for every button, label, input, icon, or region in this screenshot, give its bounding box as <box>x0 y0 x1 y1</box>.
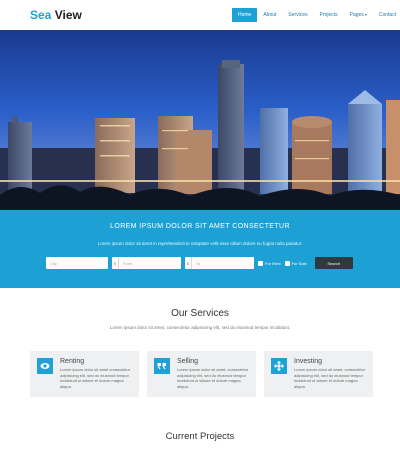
service-card-title: Investing <box>294 358 323 365</box>
service-card-title: Renting <box>60 358 85 365</box>
quote-icon <box>154 358 170 374</box>
city-skyline-illustration <box>0 30 400 210</box>
price-from-input[interactable]: $ From <box>112 257 181 269</box>
dollar-icon: $ <box>185 257 192 269</box>
logo-part-view: View <box>54 8 82 22</box>
service-card-text: Lorem ipsum dolor sit amet, consectetur … <box>294 367 366 389</box>
service-card-investing[interactable]: Investing Lorem ipsum dolor sit amet, co… <box>264 351 373 397</box>
search-band-title: LOREM IPSUM DOLOR SIT AMET CONSECTETUR <box>110 223 290 230</box>
service-card-text: Lorem ipsum dolor sit amet, consectetur … <box>177 367 249 389</box>
for-sale-label: For Sale <box>291 260 307 266</box>
main-nav: Home About Services Projects Pages▾ Cont… <box>232 8 400 22</box>
move-arrows-icon <box>271 358 287 374</box>
eye-icon <box>37 358 53 374</box>
service-card-selling[interactable]: Selling Lorem ipsum dolor sit amet, cons… <box>147 351 256 397</box>
for-sale-checkbox[interactable]: For Sale <box>284 260 307 266</box>
nav-item-about[interactable]: About <box>257 8 282 22</box>
service-card-renting[interactable]: Renting Lorem ipsum dolor sit amet conse… <box>30 351 139 397</box>
city-placeholder: City <box>50 260 57 266</box>
checkbox-box <box>284 260 290 266</box>
search-band: LOREM IPSUM DOLOR SIT AMET CONSECTETUR L… <box>0 210 400 288</box>
services-title: Our Services <box>171 308 229 319</box>
nav-item-pages-label: Pages <box>349 12 364 18</box>
site-logo[interactable]: Sea View <box>30 8 82 22</box>
hero-image <box>0 30 400 210</box>
nav-item-projects[interactable]: Projects <box>314 8 344 22</box>
price-to-input[interactable]: $ To <box>185 257 254 269</box>
chevron-down-icon: ▾ <box>364 12 367 17</box>
services-subtitle: Lorem ipsum dolor sit amet, consectetur … <box>109 325 291 330</box>
service-card-title: Selling <box>177 358 199 365</box>
service-card-text: Lorem ipsum dolor sit amet consectetur a… <box>60 367 131 389</box>
city-input[interactable]: City <box>46 257 108 269</box>
nav-item-pages[interactable]: Pages▾ <box>344 8 373 22</box>
site-header: Sea View Home About Services Projects Pa… <box>0 0 400 30</box>
projects-title: Current Projects <box>165 431 235 442</box>
search-button[interactable]: Search <box>314 257 353 269</box>
for-rent-checkbox[interactable]: For Rent <box>258 260 281 266</box>
price-from-placeholder: From <box>123 260 133 266</box>
nav-item-contact[interactable]: Contact <box>373 8 400 22</box>
dollar-icon: $ <box>112 257 119 269</box>
for-rent-label: For Rent <box>265 260 281 266</box>
services-section: Our Services Lorem ipsum dolor sit amet,… <box>0 288 400 450</box>
nav-item-services[interactable]: Services <box>282 8 313 22</box>
logo-part-sea: Sea <box>30 8 52 22</box>
checkbox-box <box>258 260 263 266</box>
search-band-subtitle: Lorem ipsum dolor sit amet in reprehende… <box>97 241 303 246</box>
property-search-form: City $ From $ To For Rent For Sale Searc… <box>46 257 353 269</box>
nav-item-home[interactable]: Home <box>232 8 258 22</box>
price-to-placeholder: To <box>196 260 201 266</box>
